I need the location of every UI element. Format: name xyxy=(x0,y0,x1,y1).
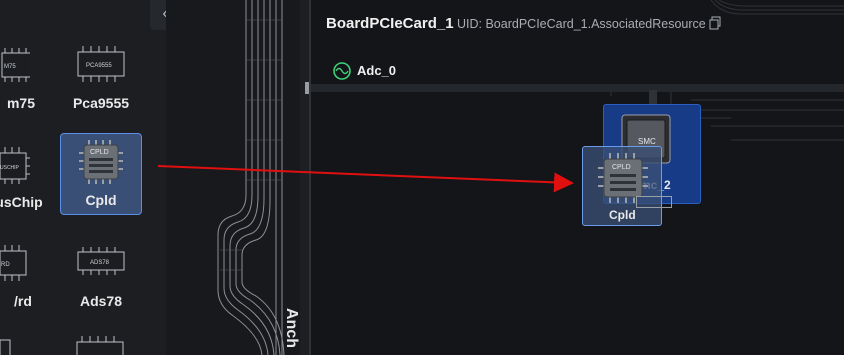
svg-text:CPLD: CPLD xyxy=(612,164,631,171)
chip-package-icon: RD xyxy=(0,245,27,281)
svg-text:RD: RD xyxy=(1,262,10,268)
drag-tooltip-box xyxy=(636,196,672,208)
svg-text:USCHIP: USCHIP xyxy=(0,165,20,171)
component-palette: M75 m75 PCA9555 Pca9555 USCHIP usChip CP… xyxy=(0,0,167,355)
palette-row-partial xyxy=(0,336,124,355)
board-connector-outline xyxy=(166,0,309,355)
adc-port-label: Adc_0 xyxy=(357,63,397,78)
palette-item-label: Pca9555 xyxy=(72,95,130,111)
svg-text:SMC: SMC xyxy=(638,137,656,146)
chip-package-icon: PCA9555 xyxy=(77,46,125,82)
palette-item-uschip[interactable]: USCHIP usChip xyxy=(0,134,52,216)
chip-package-icon: ADS78 xyxy=(77,247,125,275)
palette-item-label: /rd xyxy=(14,293,32,309)
anchor-label: Anch xyxy=(283,308,300,348)
svg-text:ADS78: ADS78 xyxy=(90,260,110,266)
chip-package-icon: M75 xyxy=(1,48,30,82)
palette-item-label: m75 xyxy=(6,95,36,111)
palette-item-ads78[interactable]: ADS78 Ads78 xyxy=(60,233,142,315)
copy-icon[interactable] xyxy=(709,16,721,30)
collapse-panel-button[interactable]: ‹ xyxy=(150,0,166,30)
adc-port-icon xyxy=(333,62,351,80)
page-title: BoardPCIeCard_1 xyxy=(326,15,454,32)
palette-item-pca9555[interactable]: PCA9555 Pca9555 xyxy=(60,35,142,117)
board-canvas[interactable] xyxy=(309,0,844,355)
svg-text:M75: M75 xyxy=(4,64,16,70)
svg-text:CPLD: CPLD xyxy=(90,149,109,156)
cpld-chip-icon: CPLD xyxy=(79,140,123,184)
palette-item-m75[interactable]: M75 m75 xyxy=(0,35,52,117)
svg-text:PCA9555: PCA9555 xyxy=(86,63,112,69)
chip-package-icon: USCHIP xyxy=(0,147,30,184)
uid-text: UID: BoardPCIeCard_1.AssociatedResource xyxy=(457,17,706,31)
palette-item-label: usChip xyxy=(0,194,43,210)
canvas-background xyxy=(311,0,844,141)
cpld-drag-label: Cpld xyxy=(609,208,636,222)
palette-item-cpld[interactable]: CPLD Cpld xyxy=(60,133,142,215)
palette-item-rd[interactable]: RD /rd xyxy=(0,233,52,315)
palette-item-label: Ads78 xyxy=(79,293,123,309)
palette-item-label: Cpld xyxy=(85,192,117,208)
